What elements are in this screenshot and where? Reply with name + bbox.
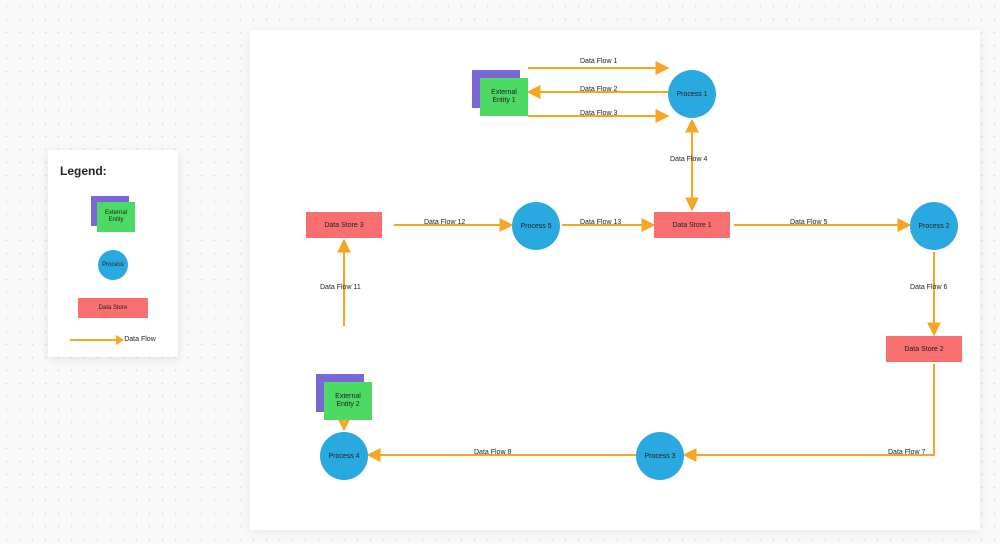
flow-label: Data Flow 12 — [424, 219, 465, 226]
flow-label: Data Flow 6 — [910, 284, 947, 291]
process-5[interactable]: Process 5 — [512, 202, 560, 250]
external-entity-1[interactable]: External Entity 1 — [472, 70, 528, 116]
flow-label: Data Flow 5 — [790, 219, 827, 226]
legend-datastore-row: Data Store — [60, 298, 166, 318]
external-entity-icon: External Entity — [91, 196, 135, 232]
legend-flow-row: Data Flow — [60, 336, 166, 343]
external-entity-label: External Entity 2 — [324, 382, 372, 420]
external-entity-2[interactable]: External Entity 2 — [316, 374, 372, 420]
flow-label: Data Flow 13 — [580, 219, 621, 226]
legend-process-row: Process — [60, 250, 166, 280]
process-3[interactable]: Process 3 — [636, 432, 684, 480]
process-icon: Process — [98, 250, 128, 280]
process-2[interactable]: Process 2 — [910, 202, 958, 250]
flow-label: Data Flow 8 — [474, 449, 511, 456]
arrow-icon — [70, 339, 118, 341]
flow-label: Data Flow 11 — [320, 284, 361, 291]
flow-label: Data Flow 7 — [888, 449, 925, 456]
flow-label: Data Flow 3 — [580, 110, 617, 117]
datastore-icon: Data Store — [78, 298, 148, 318]
legend-entity-row: External Entity — [60, 196, 166, 232]
external-entity-label: External Entity 1 — [480, 78, 528, 116]
flow-label: Data Flow 1 — [580, 58, 617, 65]
datastore-2[interactable]: Data Store 2 — [886, 336, 962, 362]
legend-flow-label: Data Flow — [124, 336, 156, 343]
process-1[interactable]: Process 1 — [668, 70, 716, 118]
flow-label: Data Flow 4 — [670, 156, 707, 163]
legend-entity-label: External Entity — [97, 202, 135, 232]
datastore-1[interactable]: Data Store 1 — [654, 212, 730, 238]
flow-label: Data Flow 2 — [580, 86, 617, 93]
process-4[interactable]: Process 4 — [320, 432, 368, 480]
diagram-canvas[interactable]: Data Flow 1 Data Flow 2 Data Flow 3 Data… — [250, 30, 980, 530]
legend-title: Legend: — [60, 164, 166, 178]
legend-panel: Legend: External Entity Process Data Sto… — [48, 150, 178, 357]
datastore-3[interactable]: Data Store 3 — [306, 212, 382, 238]
